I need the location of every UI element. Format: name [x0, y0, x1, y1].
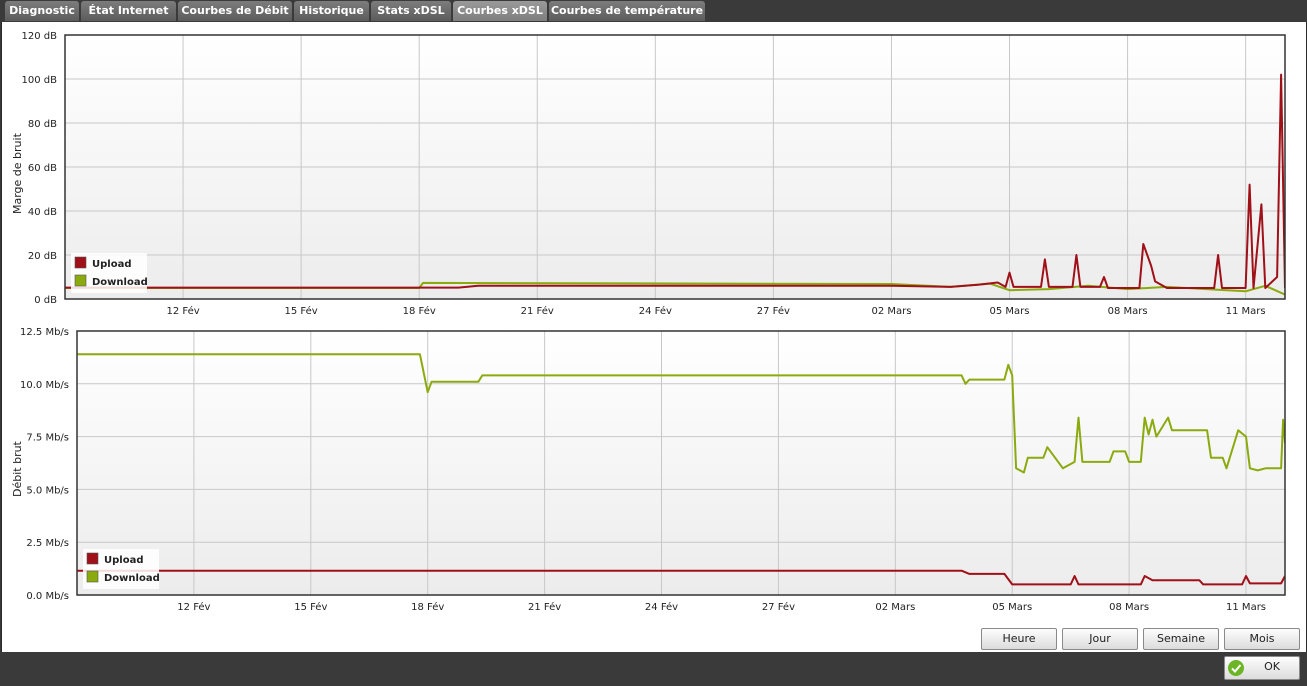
x-tick-label: 18 Fév — [411, 601, 444, 613]
y-tick-label: 10.0 Mb/s — [20, 380, 69, 391]
y-tick-label: 0.0 Mb/s — [26, 591, 69, 602]
tab-diagnostic[interactable]: Diagnostic — [5, 1, 79, 21]
x-tick-label: 21 Fév — [528, 601, 561, 613]
tab-historique[interactable]: Historique — [294, 1, 369, 21]
ok-button[interactable]: OK — [1224, 656, 1300, 680]
tab-etat-internet[interactable]: État Internet — [81, 1, 176, 21]
legend-swatch — [74, 274, 87, 287]
legend-label: Upload — [92, 259, 131, 270]
y-tick-label: 60 dB — [28, 163, 57, 174]
y-tick-label: 2.5 Mb/s — [26, 538, 69, 549]
charts-panel: 0 dB 20 dB 40 dB 60 dB 80 dB 100 dB 120 dB 12 F… — [1, 22, 1307, 653]
y-tick-label: 20 dB — [28, 251, 57, 262]
bitrate-chart: 0.0 Mb/s 2.5 Mb/s 5.0 Mb/s 7.5 Mb/s 10.0 Mb/… — [20, 327, 1286, 613]
x-tick-label: 21 Fév — [521, 305, 554, 317]
x-tick-label: 02 Mars — [875, 602, 915, 613]
y-tick-label: 5.0 Mb/s — [26, 485, 69, 496]
range-day-button[interactable]: Jour — [1062, 628, 1138, 650]
plot-area — [77, 331, 1285, 595]
legend: Upload Download — [83, 549, 160, 589]
legend-label: Download — [104, 573, 160, 584]
x-tick-label: 15 Fév — [285, 305, 318, 317]
x-tick-label: 27 Fév — [757, 305, 790, 317]
x-tick-label: 08 Mars — [1109, 602, 1149, 613]
ok-button-label: OK — [1264, 660, 1280, 673]
y-tick-label: 7.5 Mb/s — [26, 433, 69, 444]
x-tick-label: 11 Mars — [1226, 602, 1266, 613]
noise-margin-chart: 0 dB 20 dB 40 dB 60 dB 80 dB 100 dB 120 dB 12 F… — [22, 31, 1286, 317]
x-tick-label: 24 Fév — [645, 601, 678, 613]
x-tick-label: 12 Fév — [166, 305, 199, 317]
range-hour-button[interactable]: Heure — [981, 628, 1057, 650]
legend-swatch — [74, 256, 87, 269]
x-tick-label: 08 Mars — [1108, 306, 1148, 317]
x-tick-label: 11 Mars — [1226, 306, 1266, 317]
check-icon — [1228, 660, 1244, 676]
legend-label: Upload — [104, 555, 143, 566]
x-tick-label: 05 Mars — [992, 602, 1032, 613]
legend-swatch — [86, 570, 99, 583]
tab-courbes-debit[interactable]: Courbes de Débit — [178, 1, 292, 21]
x-tick-label: 18 Fév — [403, 305, 436, 317]
tab-courbes-xdsl[interactable]: Courbes xDSL — [453, 1, 547, 21]
y-tick-label: 12.5 Mb/s — [20, 327, 69, 338]
x-tick-label: 27 Fév — [762, 601, 795, 613]
y-tick-label: 120 dB — [22, 31, 58, 42]
noise-margin-axis-label: Marge de bruit — [11, 133, 24, 214]
x-tick-label: 05 Mars — [990, 306, 1030, 317]
x-tick-label: 24 Fév — [639, 305, 672, 317]
y-tick-label: 0 dB — [34, 295, 57, 306]
tab-stats-xdsl[interactable]: Stats xDSL — [371, 1, 451, 21]
y-tick-label: 100 dB — [22, 75, 58, 86]
legend: Upload Download — [71, 253, 148, 293]
range-week-button[interactable]: Semaine — [1143, 628, 1219, 650]
y-tick-label: 40 dB — [28, 207, 57, 218]
tab-courbes-temperature[interactable]: Courbes de température — [549, 1, 705, 21]
tab-bar: Diagnostic État Internet Courbes de Débi… — [0, 0, 1307, 22]
bitrate-axis-label: Débit brut — [11, 441, 24, 497]
dialog-footer — [0, 652, 1307, 686]
legend-label: Download — [92, 277, 148, 288]
x-tick-label: 15 Fév — [294, 601, 327, 613]
x-tick-label: 02 Mars — [871, 306, 911, 317]
range-month-button[interactable]: Mois — [1224, 628, 1300, 650]
legend-swatch — [86, 552, 99, 565]
x-tick-label: 12 Fév — [177, 601, 210, 613]
y-tick-label: 80 dB — [28, 119, 57, 130]
